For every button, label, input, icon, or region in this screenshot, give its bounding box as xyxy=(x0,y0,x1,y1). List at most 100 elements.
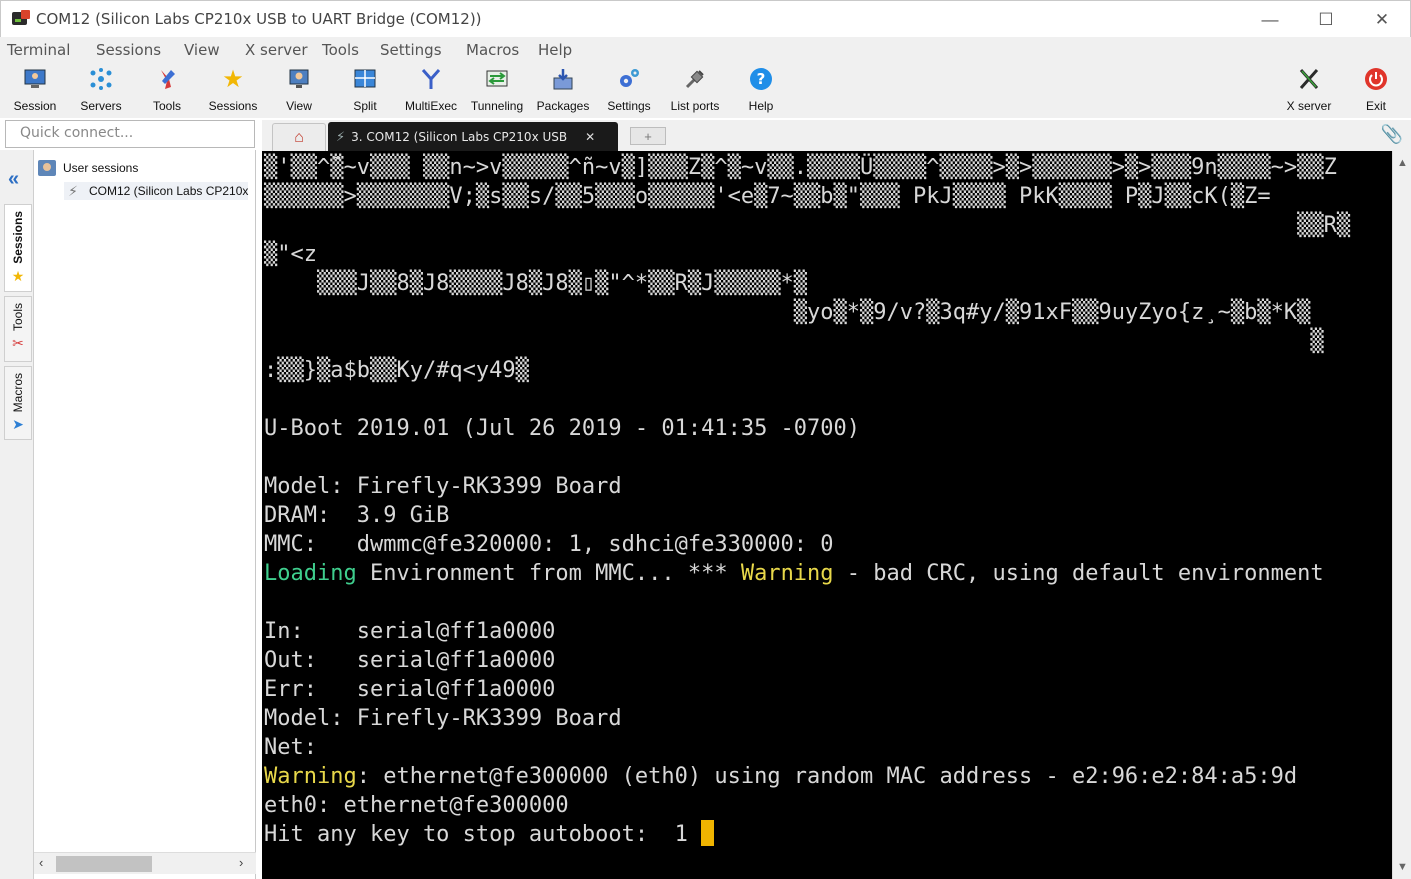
serial-plug-icon: ⚡ xyxy=(336,128,346,144)
collapse-sidebar-icon[interactable]: « xyxy=(8,168,19,191)
star-icon: ★ xyxy=(11,267,25,284)
terminal-output[interactable]: ▒'▒▒^̃▒~v▒▒▒ ▒▒n~>v▒▒▒▒▒^ñ~v▒]▒▒▒Z▒^▒~v▒… xyxy=(262,151,1392,879)
tab-com12[interactable]: ⚡ 3. COM12 (Silicon Labs CP210x USB ✕ xyxy=(328,122,618,151)
terminal-text-segment: ▒▒▒▒▒▒>▒▒▒▒▒▒▒V;▒s▒▒s/▒▒5▒▒▒o▒▒▒▒▒'<e▒7~… xyxy=(264,184,1271,209)
terminal-text-segment: ▒"<z xyxy=(264,242,317,267)
terminal-text-segment: Warning xyxy=(264,764,357,789)
help-icon: ? xyxy=(748,66,774,92)
session-icon xyxy=(22,66,48,92)
scroll-down-icon[interactable]: ▼ xyxy=(1397,861,1408,873)
attach-icon[interactable]: 📎 xyxy=(1381,124,1403,145)
x-server-button[interactable]: X server xyxy=(1276,62,1342,118)
tunneling-button[interactable]: Tunneling xyxy=(464,62,530,118)
terminal-text-segment: Err: serial@ff1a0000 xyxy=(264,677,556,702)
terminal-line: Warning: ethernet@fe300000 (eth0) using … xyxy=(264,762,1297,791)
side-tab-strip: « Sessions ★ Tools ✂ Macros ➤ xyxy=(0,150,34,879)
terminal-text-segment: ▒ xyxy=(264,329,1324,354)
help-button[interactable]: ? Help xyxy=(728,62,794,118)
settings-icon xyxy=(616,66,642,92)
terminal-text-segment: ▒▒▒J▒▒8▒J8▒▒▒▒J8▒J8▒▯▒"^*▒▒R▒J▒▒▒▒▒*▒ xyxy=(264,271,808,296)
window-controls: — ☐ ✕ xyxy=(1242,1,1410,38)
menu-macros[interactable]: Macros xyxy=(466,41,519,59)
tree-user-sessions[interactable]: User sessions xyxy=(38,159,138,177)
close-button[interactable]: ✕ xyxy=(1354,1,1410,38)
terminal-vertical-scrollbar[interactable]: ▲ ▼ xyxy=(1392,151,1411,879)
terminal-cursor xyxy=(701,820,715,846)
menu-help[interactable]: Help xyxy=(538,41,572,59)
home-tab[interactable]: ⌂ xyxy=(272,123,326,151)
split-icon xyxy=(352,66,378,92)
terminal-line: :▒▒}▒a$b▒▒Ky/#q<y49▒ xyxy=(264,356,529,385)
terminal-text-segment: Model: Firefly-RK3399 Board xyxy=(264,706,622,731)
terminal-line: ▒▒R▒ xyxy=(264,211,1350,240)
sessions-panel: User sessions ⚡ COM12 (Silicon Labs CP21… xyxy=(34,150,256,879)
tree-session-com12-label: COM12 (Silicon Labs CP210x xyxy=(89,184,249,198)
terminal-text-segment: Warning xyxy=(740,561,834,586)
side-tab-tools-label: Tools xyxy=(11,303,25,332)
terminal-text-segment: eth0: ethernet@fe300000 xyxy=(264,793,569,818)
minimize-button[interactable]: — xyxy=(1242,1,1298,38)
terminal-text-segment: MMC: dwmmc@fe320000: 1, sdhci@fe330000: … xyxy=(264,532,834,557)
tunneling-icon xyxy=(484,66,510,92)
tree-user-sessions-label: User sessions xyxy=(63,161,139,175)
tab-close-icon[interactable]: ✕ xyxy=(585,130,595,144)
terminal-line: Err: serial@ff1a0000 xyxy=(264,675,555,704)
new-tab-button[interactable]: + xyxy=(630,127,666,145)
toolbar: Session Servers Tools ★ Sessions View Sp… xyxy=(0,62,1411,118)
terminal-text-segment: Out: serial@ff1a0000 xyxy=(264,648,556,673)
split-button[interactable]: Split xyxy=(332,62,398,118)
packages-icon xyxy=(550,66,576,92)
sessions-horizontal-scrollbar[interactable]: ‹ › xyxy=(34,852,256,874)
side-tab-sessions-label: Sessions xyxy=(11,211,25,264)
scroll-left-icon[interactable]: ‹ xyxy=(39,855,43,870)
tab-bar: ⌂ ⚡ 3. COM12 (Silicon Labs CP210x USB ✕ … xyxy=(262,120,1411,151)
list-ports-button[interactable]: List ports xyxy=(662,62,728,118)
settings-button[interactable]: Settings xyxy=(596,62,662,118)
user-sessions-icon xyxy=(38,159,56,177)
menu-settings[interactable]: Settings xyxy=(380,41,442,59)
exit-icon xyxy=(1363,66,1389,92)
terminal-line: ▒yo▒*▒9/v?▒3q#y/▒91xF▒▒9uyZyo{z¸~▒b▒*K▒ xyxy=(264,298,1311,327)
terminal-line: Out: serial@ff1a0000 xyxy=(264,646,555,675)
view-button[interactable]: View xyxy=(266,62,332,118)
terminal-text-segment: Hit any key to stop autoboot: 1 xyxy=(264,822,702,847)
terminal-line: eth0: ethernet@fe300000 xyxy=(264,791,569,820)
packages-button[interactable]: Packages xyxy=(530,62,596,118)
maximize-button[interactable]: ☐ xyxy=(1298,1,1354,38)
tools-icon xyxy=(154,66,180,92)
menu-view[interactable]: View xyxy=(184,41,220,59)
scroll-up-icon[interactable]: ▲ xyxy=(1397,157,1408,169)
terminal-text-segment: - bad CRC, using default environment xyxy=(833,561,1324,586)
terminal-text-segment: : ethernet@fe300000 (eth0) using random … xyxy=(356,764,1298,789)
menu-terminal[interactable]: Terminal xyxy=(7,41,70,59)
scroll-right-icon[interactable]: › xyxy=(239,855,243,870)
exit-button[interactable]: Exit xyxy=(1343,62,1409,118)
terminal-line: Model: Firefly-RK3399 Board xyxy=(264,472,622,501)
terminal-text-segment: ▒▒R▒ xyxy=(264,213,1351,238)
menu-tools[interactable]: Tools xyxy=(322,41,359,59)
tree-session-com12[interactable]: ⚡ COM12 (Silicon Labs CP210x xyxy=(64,182,249,200)
sessions-button[interactable]: ★ Sessions xyxy=(200,62,266,118)
terminal-text-segment: Environment from MMC... *** xyxy=(356,561,741,586)
mobaxterm-app-icon xyxy=(12,10,30,28)
quick-connect-input[interactable]: Quick connect... xyxy=(5,120,255,148)
multiexec-button[interactable]: MultiExec xyxy=(398,62,464,118)
terminal-line: Hit any key to stop autoboot: 1 xyxy=(264,820,715,849)
menu-sessions[interactable]: Sessions xyxy=(96,41,161,59)
side-tab-sessions[interactable]: Sessions ★ xyxy=(4,204,32,292)
window-title: COM12 (Silicon Labs CP210x USB to UART B… xyxy=(36,10,482,28)
side-tab-macros[interactable]: Macros ➤ xyxy=(4,366,32,440)
terminal-line: MMC: dwmmc@fe320000: 1, sdhci@fe330000: … xyxy=(264,530,834,559)
tools-button[interactable]: Tools xyxy=(134,62,200,118)
title-bar: COM12 (Silicon Labs CP210x USB to UART B… xyxy=(0,0,1411,37)
servers-button[interactable]: Servers xyxy=(68,62,134,118)
menu-x-server[interactable]: X server xyxy=(245,41,308,59)
list-ports-icon xyxy=(682,66,708,92)
scrollbar-thumb[interactable] xyxy=(56,856,152,872)
multiexec-icon xyxy=(418,66,444,92)
tab-com12-label: 3. COM12 (Silicon Labs CP210x USB xyxy=(351,129,568,144)
session-button[interactable]: Session xyxy=(2,62,68,118)
side-tab-tools[interactable]: Tools ✂ xyxy=(4,296,32,362)
svg-text:?: ? xyxy=(757,70,766,88)
terminal-text-segment: DRAM: 3.9 GiB xyxy=(264,503,450,528)
